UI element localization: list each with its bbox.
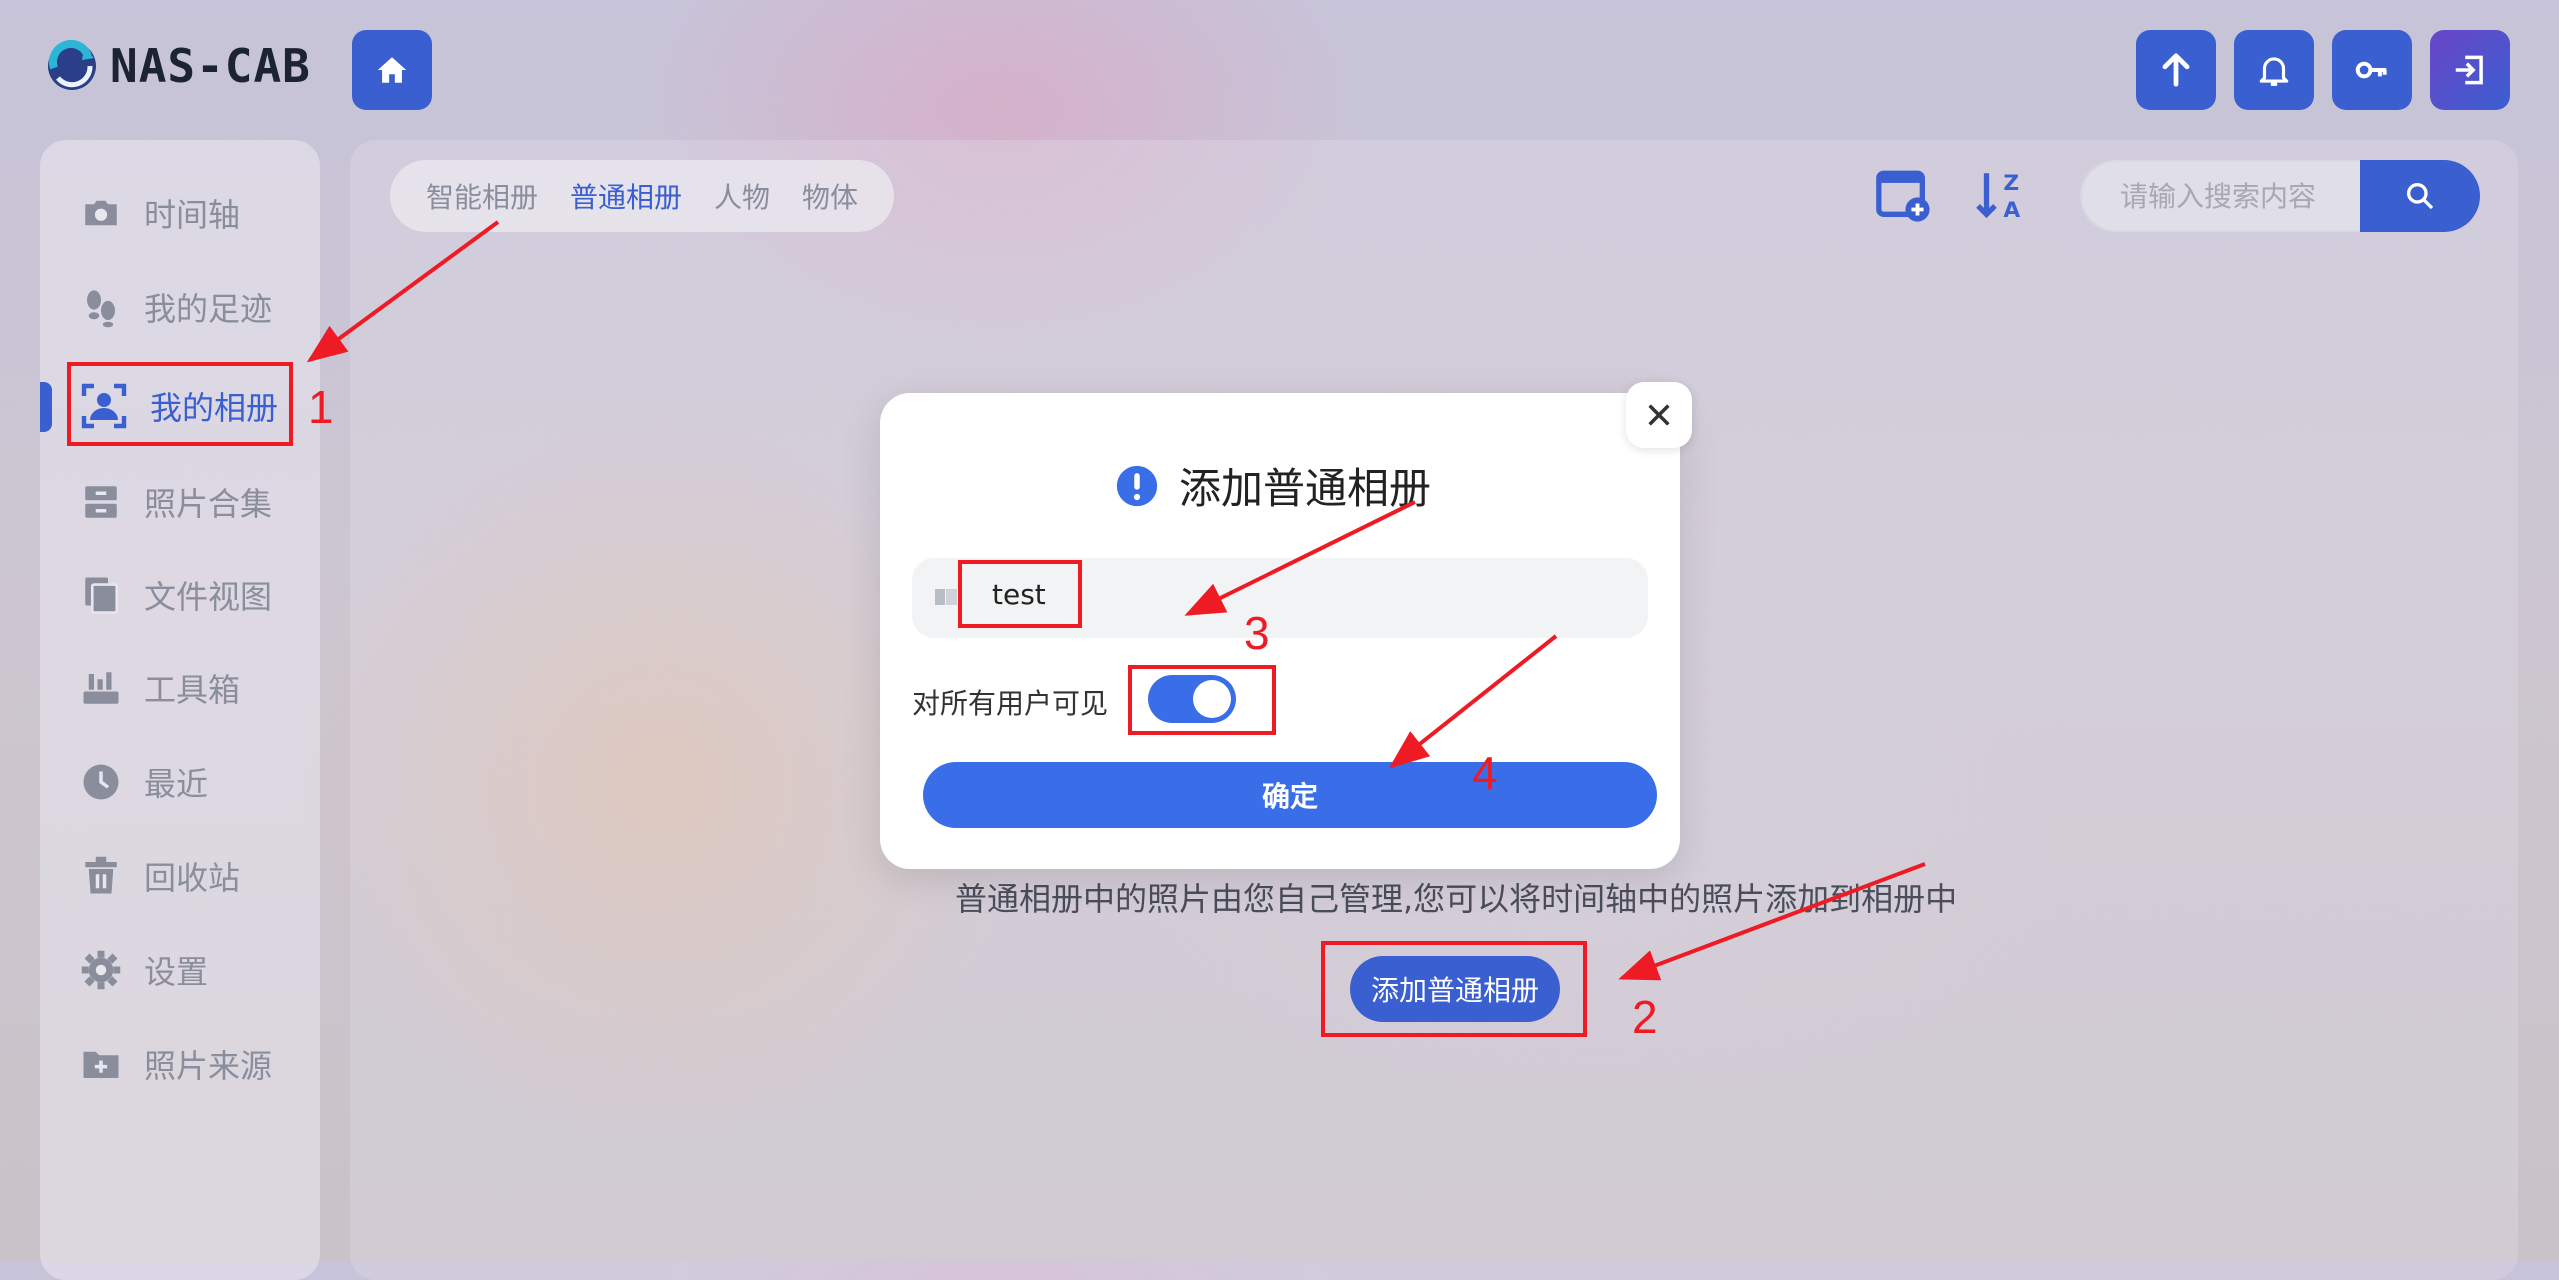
annotation-number-4: 4 [1472,747,1498,799]
annotation-number-2: 2 [1632,991,1658,1043]
annotation-arrows [306,220,1926,981]
annotation-number-1: 1 [308,381,334,433]
annotation-number-3: 3 [1244,607,1270,659]
